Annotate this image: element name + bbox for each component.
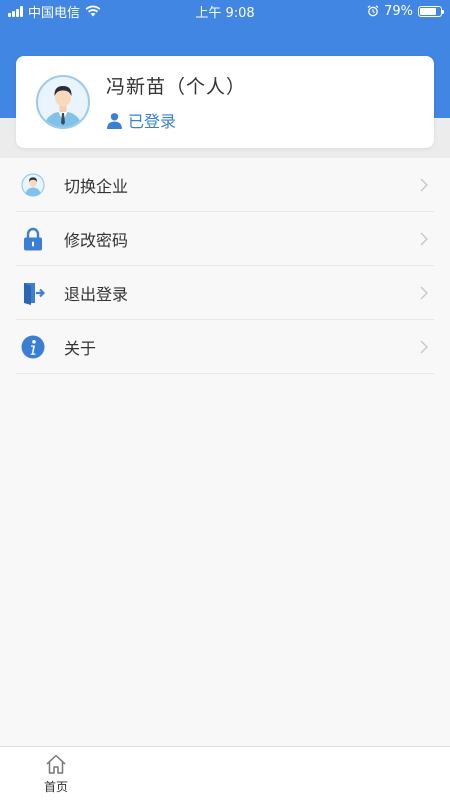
exit-door-icon: [20, 280, 46, 306]
profile-name: 冯新苗（个人）: [106, 76, 247, 98]
avatar-icon: [20, 172, 46, 198]
status-bar-left: 中国电信: [8, 2, 101, 21]
person-icon: [107, 112, 122, 129]
settings-menu: 切换企业 修改密码 退出登录 关于: [16, 158, 434, 374]
login-status-label: 已登录: [128, 112, 177, 131]
chevron-right-icon: [420, 178, 428, 191]
wifi-icon: [85, 5, 101, 17]
menu-item-change-password[interactable]: 修改密码: [16, 212, 434, 266]
signal-icon: [8, 5, 23, 17]
home-icon: [46, 754, 66, 774]
menu-item-logout[interactable]: 退出登录: [16, 266, 434, 320]
profile-info: 冯新苗（个人） 已登录: [106, 72, 246, 132]
carrier-label: 中国电信: [28, 5, 81, 21]
battery-fill: [420, 7, 436, 15]
menu-item-label: 关于: [64, 338, 97, 358]
chevron-right-icon: [420, 232, 428, 245]
menu-item-label: 退出登录: [64, 284, 129, 304]
menu-item-about[interactable]: 关于: [16, 320, 434, 374]
tab-home-label: 首页: [43, 780, 68, 794]
lock-icon: [20, 226, 46, 252]
tab-home[interactable]: 首页: [36, 753, 76, 795]
login-status: 已登录: [106, 108, 246, 132]
menu-item-switch-company[interactable]: 切换企业: [16, 158, 434, 212]
bottom-tab-bar: 首页: [0, 746, 450, 800]
status-bar-right: 79%: [367, 3, 444, 19]
avatar-icon: [36, 75, 90, 129]
chevron-right-icon: [420, 286, 428, 299]
battery-icon: [418, 5, 444, 17]
menu-item-label: 切换企业: [64, 176, 129, 196]
status-bar: 中国电信 上午 9:08 79%: [0, 0, 450, 22]
profile-card[interactable]: 冯新苗（个人） 已登录: [16, 56, 434, 148]
info-icon: [20, 334, 46, 360]
battery-percent: 79%: [384, 3, 413, 19]
menu-item-label: 修改密码: [64, 230, 129, 250]
alarm-icon: [367, 5, 379, 17]
chevron-right-icon: [420, 340, 428, 353]
